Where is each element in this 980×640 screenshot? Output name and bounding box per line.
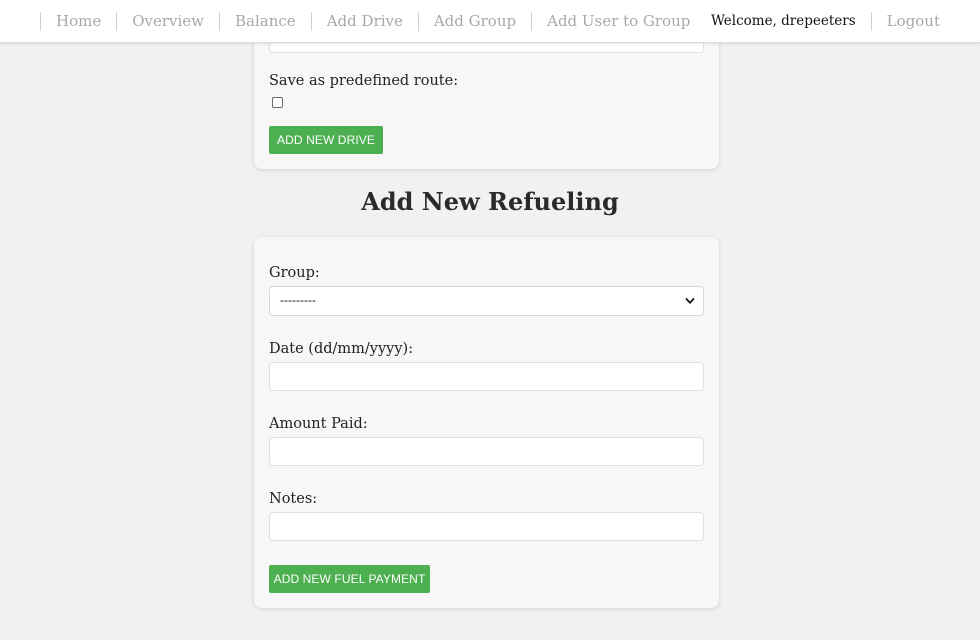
add-new-drive-button[interactable]: ADD NEW DRIVE: [269, 126, 383, 154]
nav-link-home[interactable]: Home: [40, 12, 116, 31]
notes-label: Notes:: [269, 491, 318, 507]
logout-link[interactable]: Logout: [870, 12, 940, 31]
group-label: Group:: [269, 265, 320, 281]
add-refueling-card: Group: --------- Date (dd/mm/yyyy): Amou…: [254, 237, 719, 608]
group-select[interactable]: ---------: [269, 286, 704, 316]
predefined-route-label: Save as predefined route:: [269, 73, 459, 89]
amount-paid-label: Amount Paid:: [269, 416, 368, 432]
nav-link-add-user-to-group[interactable]: Add User to Group: [531, 12, 705, 31]
welcome-text: Welcome, drepeeters: [711, 13, 856, 29]
add-new-fuel-payment-button[interactable]: ADD NEW FUEL PAYMENT: [269, 565, 430, 593]
nav-link-add-drive[interactable]: Add Drive: [310, 12, 418, 31]
amount-paid-input[interactable]: [269, 437, 704, 466]
group-select-value: ---------: [280, 293, 316, 307]
nav-links: Home Overview Balance Add Drive Add Grou…: [40, 0, 705, 43]
predefined-route-checkbox[interactable]: [272, 97, 283, 108]
nav-user-area: Welcome, drepeeters Logout: [711, 0, 940, 43]
nav-link-add-group[interactable]: Add Group: [417, 12, 531, 31]
chevron-down-icon: [685, 298, 695, 304]
notes-input[interactable]: [269, 512, 704, 541]
date-input[interactable]: [269, 362, 704, 391]
date-label: Date (dd/mm/yyyy):: [269, 341, 414, 357]
nav-link-overview[interactable]: Overview: [116, 12, 219, 31]
refueling-section-title: Add New Refueling: [361, 187, 619, 216]
top-navbar: Home Overview Balance Add Drive Add Grou…: [0, 0, 980, 43]
nav-link-balance[interactable]: Balance: [219, 12, 311, 31]
